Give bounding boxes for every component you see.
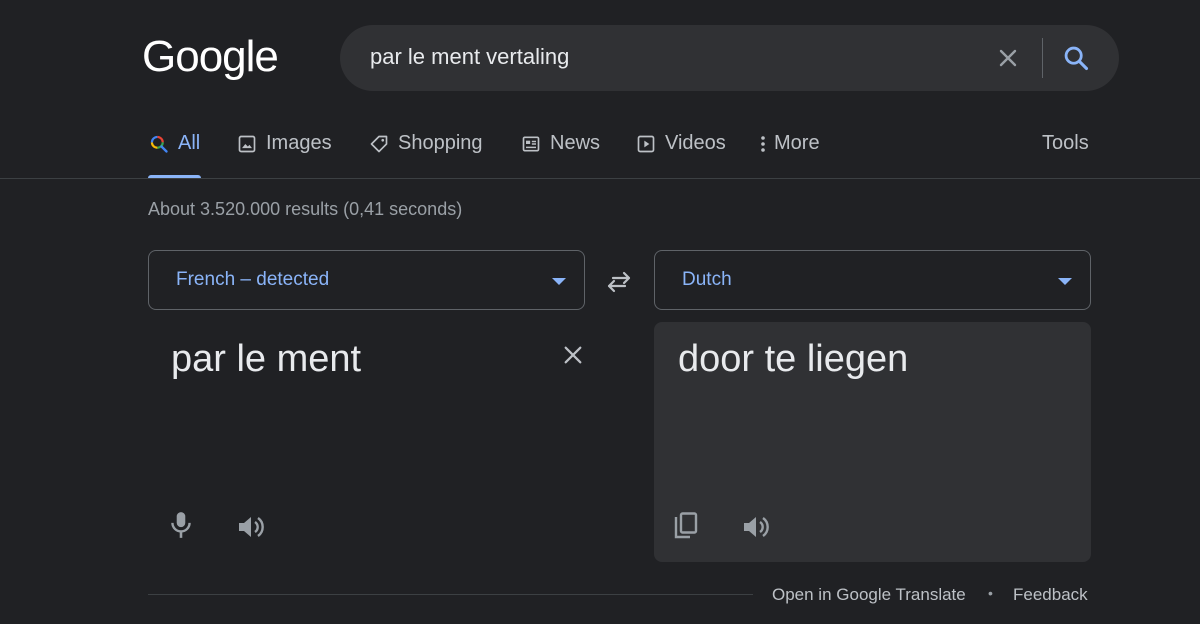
search-tabs: All Images Shopping News Videos More Too…	[148, 118, 1200, 178]
tab-all[interactable]: All	[148, 132, 201, 178]
clear-search-button[interactable]	[992, 42, 1024, 74]
tab-label: More	[774, 132, 820, 154]
footer-separator: •	[988, 585, 993, 601]
tabs-divider	[0, 178, 1200, 179]
tab-label: Videos	[665, 132, 726, 154]
speaker-icon	[744, 517, 769, 537]
listen-translation-button[interactable]	[738, 509, 774, 545]
chevron-down-icon	[552, 278, 566, 285]
tab-news[interactable]: News	[520, 132, 600, 178]
target-language-label: Dutch	[682, 269, 732, 290]
search-icon	[1064, 46, 1089, 71]
search-results-page: Google par le ment vertaling All Images …	[0, 0, 1200, 624]
target-language-select[interactable]: Dutch	[654, 250, 1091, 310]
tab-label: News	[550, 132, 601, 154]
tab-label: Shopping	[398, 132, 483, 154]
source-text[interactable]: par le ment	[171, 338, 361, 381]
microphone-icon	[171, 512, 191, 538]
tab-label: Images	[266, 132, 332, 154]
tab-more[interactable]: More	[756, 132, 820, 178]
footer-divider	[148, 594, 753, 595]
more-vert-icon	[756, 133, 770, 155]
search-icon	[148, 133, 170, 155]
play-icon	[635, 133, 657, 155]
tab-videos[interactable]: Videos	[635, 132, 726, 178]
result-stats: About 3.520.000 results (0,41 seconds)	[148, 199, 463, 219]
clear-source-button[interactable]	[558, 340, 588, 370]
source-language-select[interactable]: French – detected	[148, 250, 585, 310]
translation-output: door te liegen	[654, 322, 1091, 562]
tag-icon	[368, 133, 390, 155]
search-input[interactable]: par le ment vertaling	[370, 44, 569, 70]
image-icon	[236, 133, 258, 155]
feedback-link[interactable]: Feedback	[1013, 585, 1088, 605]
listen-source-button[interactable]	[233, 509, 269, 545]
tab-shopping[interactable]: Shopping	[368, 132, 483, 178]
copy-translation-button[interactable]	[668, 509, 704, 545]
translated-text: door te liegen	[678, 338, 909, 380]
search-button[interactable]	[1058, 40, 1094, 76]
swap-icon	[607, 271, 631, 293]
source-language-label: French – detected	[176, 269, 330, 290]
close-icon	[564, 346, 582, 364]
chevron-down-icon	[1058, 278, 1072, 285]
copy-icon	[674, 512, 698, 539]
search-bar[interactable]: par le ment vertaling	[340, 25, 1119, 91]
tab-images[interactable]: Images	[236, 132, 332, 178]
google-logo[interactable]: Google	[142, 32, 279, 82]
swap-languages-button[interactable]	[603, 266, 635, 298]
close-icon	[999, 49, 1017, 67]
source-text-area[interactable]: par le ment	[148, 322, 585, 562]
open-in-translate-link[interactable]: Open in Google Translate	[772, 585, 966, 605]
search-bar-divider	[1042, 38, 1043, 78]
voice-input-button[interactable]	[163, 507, 199, 543]
speaker-icon	[239, 517, 264, 537]
tools-button[interactable]: Tools	[1042, 132, 1089, 155]
tab-label: All	[178, 132, 201, 154]
news-icon	[520, 133, 542, 155]
